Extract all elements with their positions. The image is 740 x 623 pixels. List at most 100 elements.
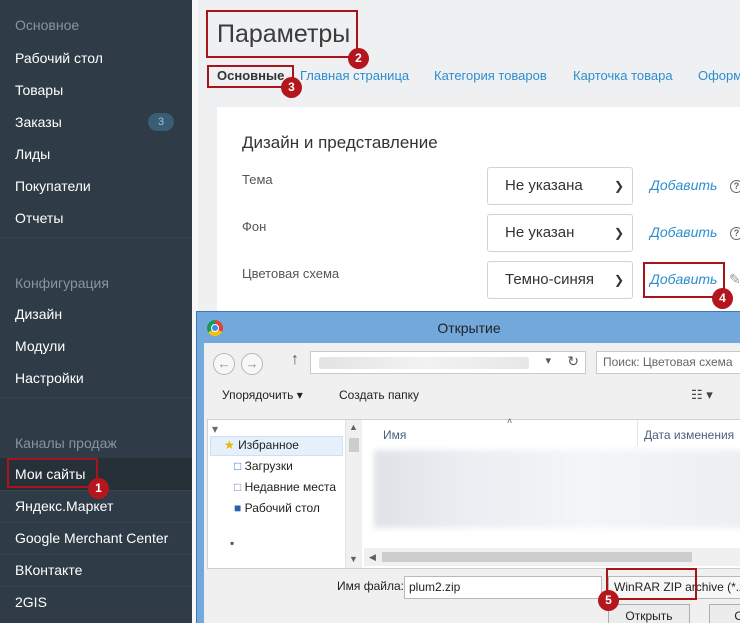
column-divider: [637, 420, 638, 446]
background-label: Фон: [242, 219, 267, 234]
theme-select-value: Не указана: [505, 177, 583, 194]
tree-item-desktop[interactable]: ■ Рабочий стол: [234, 501, 320, 515]
sidebar-item-leads[interactable]: Лиды: [0, 138, 192, 170]
blurred-file-list: [374, 450, 740, 528]
step-marker-4: 4: [712, 288, 733, 309]
scroll-thumb[interactable]: [349, 438, 359, 452]
section-heading-main: Основное: [15, 17, 80, 33]
sidebar-item-customers[interactable]: Покупатели: [0, 170, 192, 202]
sidebar-item-label: 2GIS: [15, 594, 47, 610]
step-marker-1: 1: [88, 478, 109, 499]
tree-item-downloads[interactable]: □ Загрузки: [234, 459, 293, 473]
file-browser: ▾ ★ Избранное □ Загрузки □ Недавние мест…: [207, 416, 740, 569]
filename-label: Имя файла:: [337, 579, 404, 593]
chevron-down-icon: ❯: [613, 226, 624, 240]
column-header-name[interactable]: Имя: [383, 428, 406, 442]
desktop-icon: ■: [234, 501, 242, 515]
scroll-down-icon[interactable]: ▼: [349, 554, 358, 564]
sidebar-item-reports[interactable]: Отчеты: [0, 202, 192, 234]
highlight-open-button: [606, 568, 697, 600]
sidebar-item-label: Google Merchant Center: [15, 530, 169, 546]
orders-count-badge: 3: [148, 113, 174, 131]
new-folder-button[interactable]: Создать папку: [339, 388, 419, 402]
tree-item-label: Загрузки: [244, 459, 293, 473]
recent-places-icon: □: [234, 480, 242, 494]
color-scheme-select-value: Темно-синяя: [505, 271, 595, 288]
sidebar-divider: [0, 397, 192, 398]
sort-arrow-icon: ˄: [507, 416, 513, 426]
sidebar-item-vkontakte[interactable]: ВКонтакте: [0, 554, 192, 586]
sidebar-item-label: Настройки: [15, 370, 84, 386]
address-bar[interactable]: ▾ ↻: [310, 351, 586, 374]
help-icon[interactable]: ?: [730, 227, 740, 240]
sidebar-item-dashboard[interactable]: Рабочий стол: [0, 42, 192, 74]
pencil-icon[interactable]: ✎: [729, 271, 740, 288]
chevron-down-icon[interactable]: ▾: [545, 354, 551, 367]
filename-input[interactable]: plum2.zip: [404, 576, 602, 599]
column-header-date[interactable]: Дата изменения: [644, 428, 734, 442]
tab-product-card[interactable]: Карточка товара: [573, 68, 673, 83]
file-list: Имя ˄ Дата изменения ◀: [364, 416, 740, 568]
back-arrow-icon[interactable]: ←: [213, 353, 235, 375]
sidebar-item-label: Покупатели: [15, 178, 91, 194]
sidebar-item-label: Заказы: [15, 114, 62, 130]
step-marker-5: 5: [598, 590, 619, 611]
tree-scrollbar[interactable]: ▲ ▼: [345, 420, 362, 568]
sidebar-item-modules[interactable]: Модули: [0, 330, 192, 362]
up-arrow-icon[interactable]: ↑: [291, 351, 299, 369]
scroll-thumb[interactable]: [382, 552, 692, 562]
sidebar-item-settings[interactable]: Настройки: [0, 362, 192, 394]
scroll-up-icon[interactable]: ▲: [349, 422, 358, 432]
sidebar-item-orders[interactable]: Заказы 3: [0, 106, 192, 138]
tree-item-label: Рабочий стол: [244, 501, 320, 515]
tree-item-favorites[interactable]: ★ Избранное: [224, 438, 299, 452]
organize-button[interactable]: Упорядочить ▾: [222, 388, 303, 402]
sidebar-item-label: Дизайн: [15, 306, 63, 322]
tab-design[interactable]: Оформ: [698, 68, 740, 83]
section-heading: Дизайн и представление: [242, 133, 438, 152]
navigation-tree: ▾ ★ Избранное □ Загрузки □ Недавние мест…: [208, 420, 362, 568]
background-add-link[interactable]: Добавить: [650, 224, 717, 240]
chevron-down-icon: ❯: [613, 179, 624, 193]
scroll-left-icon[interactable]: ◀: [369, 552, 376, 563]
color-scheme-label: Цветовая схема: [242, 266, 340, 281]
sidebar-item-products[interactable]: Товары: [0, 74, 192, 106]
tree-item-label: Недавние места: [244, 480, 337, 494]
sidebar-item-2gis[interactable]: 2GIS: [0, 586, 192, 618]
sidebar-item-label: Товары: [15, 82, 64, 98]
collapsed-tree-item[interactable]: ▪: [230, 536, 234, 550]
color-scheme-select[interactable]: Темно-синяя ❯: [487, 261, 633, 299]
step-marker-2: 2: [348, 48, 369, 69]
collapse-arrow-icon[interactable]: ▾: [212, 422, 218, 436]
sidebar-item-label: Лиды: [15, 146, 51, 162]
downloads-folder-icon: □: [234, 459, 242, 473]
section-heading-channels: Каналы продаж: [15, 435, 117, 451]
view-options-icon[interactable]: ☷ ▾: [691, 387, 713, 403]
sidebar-item-label: Рабочий стол: [15, 50, 103, 66]
highlight-my-sites: [7, 458, 98, 488]
sidebar-item-label: Модули: [15, 338, 66, 354]
section-heading-config: Конфигурация: [15, 275, 109, 291]
dialog-title: Открытие: [437, 320, 501, 336]
theme-select[interactable]: Не указана ❯: [487, 167, 633, 205]
sidebar-item-label: Отчеты: [15, 210, 64, 226]
cancel-button[interactable]: О: [709, 604, 740, 623]
sidebar-item-label: Яндекс.Маркет: [15, 498, 114, 514]
chevron-down-icon: ❯: [613, 273, 624, 287]
tab-home-page[interactable]: Главная страница: [300, 68, 409, 83]
forward-arrow-icon[interactable]: →: [241, 353, 263, 375]
tab-product-category[interactable]: Категория товаров: [434, 68, 547, 83]
search-input[interactable]: Поиск: Цветовая схема: [596, 351, 740, 374]
sidebar-item-design[interactable]: Дизайн: [0, 298, 192, 330]
blurred-path: [319, 357, 529, 369]
help-icon[interactable]: ?: [730, 180, 740, 193]
theme-label: Тема: [242, 172, 273, 187]
tree-item-recent[interactable]: □ Недавние места: [234, 480, 336, 494]
background-select[interactable]: Не указан ❯: [487, 214, 633, 252]
horizontal-scrollbar[interactable]: ◀: [364, 548, 740, 566]
theme-add-link[interactable]: Добавить: [650, 177, 717, 193]
sidebar-item-google-merchant[interactable]: Google Merchant Center: [0, 522, 192, 554]
sidebar-item-label: ВКонтакте: [15, 562, 83, 578]
refresh-icon[interactable]: ↻: [567, 353, 579, 370]
open-button[interactable]: Открыть: [608, 604, 690, 623]
